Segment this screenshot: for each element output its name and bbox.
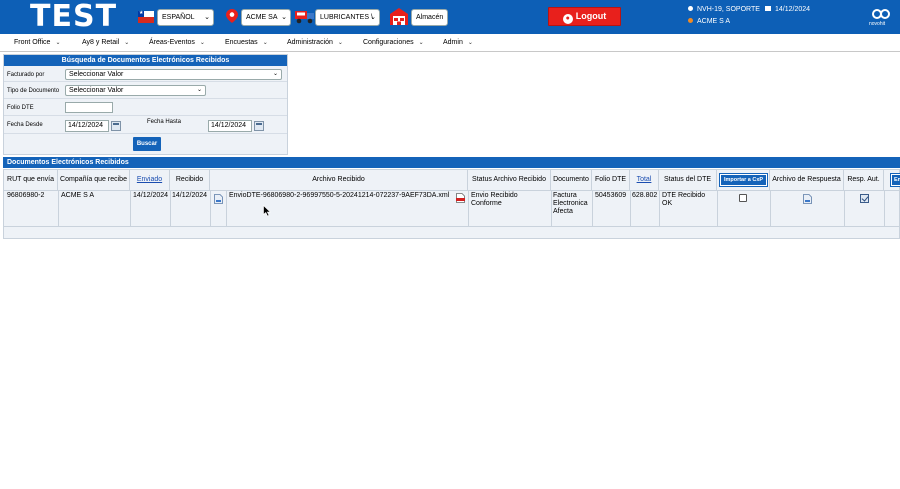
menu-encuestas[interactable]: Encuestas ⌄ [225, 39, 268, 46]
buscar-button[interactable]: Buscar [133, 137, 161, 151]
col-archivo-respuesta: Archivo de Respuesta [770, 170, 844, 190]
header-date: 14/12/2024 [765, 6, 810, 13]
calendar-icon[interactable] [111, 121, 121, 131]
facturado-row: Facturado por Seleccionar Valor ⌄ [4, 66, 287, 82]
chevron-down-icon: ⌄ [418, 40, 424, 46]
cell-compania: ACME S A [61, 192, 95, 199]
tipo-label: Tipo de Documento [7, 88, 60, 94]
fecha-desde-input[interactable]: 14/12/2024 [65, 120, 109, 132]
company-dot-icon [688, 18, 693, 23]
col-recibido: Recibido [170, 170, 210, 190]
col-status-dte: Status del DTE [659, 170, 717, 190]
facturado-label: Facturado por [7, 72, 45, 78]
tipo-row: Tipo de Documento Seleccionar Valor ⌄ [4, 82, 287, 99]
fechas-row: Fecha Desde 14/12/2024 Fecha Hasta 14/12… [4, 116, 287, 134]
col-archivo-recibido: Archivo Recibido [210, 170, 468, 190]
novohit-logo-icon [872, 9, 890, 19]
folio-input[interactable] [65, 102, 113, 113]
search-panel: Búsqueda de Documentos Electrónicos Reci… [3, 54, 288, 155]
cell-rut: 96806980-2 [7, 192, 45, 199]
main-menu: Front Office ⌄ Ay8 y Retail ⌄ Áreas-Evento… [0, 34, 900, 52]
resp-aut-checkbox[interactable] [860, 194, 869, 203]
calendar-icon[interactable] [254, 121, 264, 131]
menu-areas-eventos[interactable]: Áreas-Eventos ⌄ [149, 39, 205, 46]
user-dot-icon [688, 6, 693, 11]
calendar-icon [765, 6, 771, 11]
menu-front-office[interactable]: Front Office ⌄ [14, 39, 60, 46]
results-table: RUT que envía Compañía que recibe Enviad… [3, 169, 900, 239]
fecha-hasta-label: Fecha Hasta [147, 119, 182, 125]
col-rut: RUT que envía [4, 170, 58, 190]
chevron-down-icon: ⌄ [199, 40, 205, 46]
col-compania: Compañía que recibe [58, 170, 130, 190]
chevron-down-icon: ⌄ [124, 40, 130, 46]
folio-row: Folio DTE [4, 99, 287, 116]
col-enviado[interactable]: Enviado [130, 170, 170, 190]
facturado-select[interactable]: Seleccionar Valor ⌄ [65, 69, 282, 80]
chevron-down-icon: ⌄ [467, 40, 473, 46]
cell-documento: Factura Electronica Afecta [553, 192, 588, 215]
document-icon[interactable] [214, 194, 223, 204]
cell-recibido: 14/12/2024 [172, 192, 208, 199]
warehouse-button[interactable]: Almacén [411, 9, 449, 26]
col-total[interactable]: Total [630, 170, 659, 190]
chevron-down-icon: ⌄ [337, 40, 343, 46]
col-status-archivo: Status Archivo Recibido [468, 170, 551, 190]
language-select[interactable]: ESPAÑOL ⌄ [157, 9, 214, 26]
pdf-icon[interactable] [456, 193, 465, 203]
importar-checkbox[interactable] [739, 194, 747, 202]
fecha-desde-label: Fecha Desde [7, 122, 43, 128]
warehouse-icon [390, 8, 408, 25]
top-bar: TEST ★ ESPAÑOL ⌄ ACME SA ⌄ LUBRICANTES \ ⌄ … [0, 0, 900, 34]
cell-status-archivo: Envio Recibido Conforme [471, 192, 518, 207]
chile-flag-icon: ★ [138, 10, 154, 23]
extra-button[interactable]: En [890, 173, 900, 187]
user-icon: ● [562, 14, 573, 24]
fecha-hasta-input[interactable]: 14/12/2024 [208, 120, 252, 132]
chevron-down-icon: ⌄ [55, 40, 61, 46]
logo-text: novohit [869, 21, 886, 27]
col-documento: Documento [551, 170, 592, 190]
menu-administracion[interactable]: Administración ⌄ [287, 39, 343, 46]
search-panel-title: Búsqueda de Documentos Electrónicos Reci… [4, 55, 287, 66]
col-resp-aut: Resp. Aut. [844, 170, 884, 190]
location-pin-icon [226, 9, 238, 23]
business-line-select[interactable]: LUBRICANTES \ ⌄ [315, 9, 380, 26]
brand-title: TEST [30, 0, 118, 34]
cell-status-dte: DTE Recibido OK [662, 192, 706, 207]
importar-cxp-button[interactable]: Importar a CxP [719, 173, 768, 187]
menu-admin[interactable]: Admin ⌄ [443, 39, 473, 46]
response-file-icon[interactable] [803, 194, 812, 204]
header-company: ACME S A [688, 18, 730, 25]
menu-ayb-retail[interactable]: Ay8 y Retail ⌄ [82, 39, 129, 46]
mouse-cursor-icon [263, 205, 271, 217]
user-info: NVH-19, SOPORTE [688, 6, 760, 13]
folio-label: Folio DTE [7, 105, 34, 111]
chevron-down-icon: ⌄ [262, 40, 268, 46]
truck-icon [295, 11, 314, 24]
tipo-select[interactable]: Seleccionar Valor ⌄ [65, 85, 206, 96]
results-title: Documentos Electrónicos Recibidos [3, 157, 900, 168]
cell-enviado: 14/12/2024 [133, 192, 169, 199]
col-extra: En [884, 170, 900, 190]
logout-button[interactable]: ● Logout [548, 7, 621, 26]
menu-configuraciones[interactable]: Configuraciones ⌄ [363, 39, 424, 46]
cell-total: 628.802 [632, 192, 658, 199]
company-select[interactable]: ACME SA ⌄ [241, 9, 291, 26]
cell-folio: 50453609 [595, 192, 627, 199]
col-folio-dte: Folio DTE [592, 170, 630, 190]
col-importar: Importar a CxP [717, 170, 770, 190]
